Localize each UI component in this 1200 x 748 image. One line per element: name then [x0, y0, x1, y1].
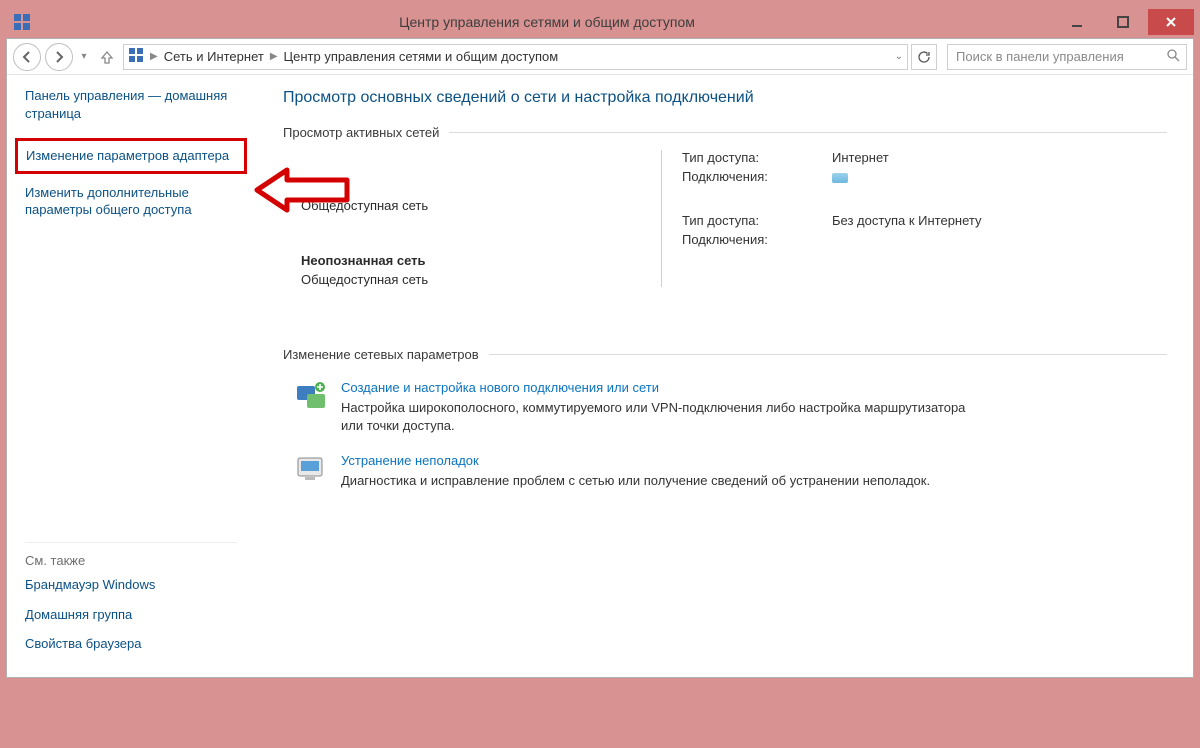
maximize-button[interactable] [1100, 9, 1146, 35]
troubleshoot-icon [295, 453, 327, 485]
up-button[interactable] [95, 45, 119, 69]
connections-label: Подключения: [682, 232, 832, 247]
sidebar-link-adapter-settings[interactable]: Изменение параметров адаптера [26, 147, 236, 165]
window-title: Центр управления сетями и общим доступом [40, 14, 1054, 30]
network-adapter-icon [832, 173, 848, 183]
close-button[interactable] [1148, 9, 1194, 35]
network-row: Общедоступная сеть Тип доступа: Интернет… [301, 150, 1167, 213]
connection-value [832, 232, 982, 247]
action-link-troubleshoot[interactable]: Устранение неполадок [341, 453, 479, 468]
action-desc: Диагностика и исправление проблем с сеть… [341, 472, 930, 490]
sidebar-link-browser-properties[interactable]: Свойства браузера [25, 635, 237, 653]
search-icon [1166, 48, 1180, 65]
annotation-arrow [252, 165, 352, 218]
access-type-value: Без доступа к Интернету [832, 213, 982, 228]
sidebar-link-homegroup[interactable]: Домашняя группа [25, 606, 237, 624]
network-name: Неопознанная сеть [301, 253, 631, 268]
page-heading: Просмотр основных сведений о сети и наст… [283, 89, 1167, 107]
chevron-right-icon: ▶ [150, 51, 158, 62]
breadcrumb-icon [128, 47, 144, 66]
titlebar: Центр управления сетями и общим доступом [6, 6, 1194, 38]
search-box[interactable] [947, 44, 1187, 70]
sidebar-link-firewall[interactable]: Брандмауэр Windows [25, 576, 237, 594]
breadcrumb-dropdown[interactable]: ⌄ [895, 51, 903, 62]
main-content: Просмотр основных сведений о сети и наст… [255, 75, 1193, 677]
chevron-right-icon: ▶ [270, 51, 278, 62]
action-desc: Настройка широкополосного, коммутируемог… [341, 399, 981, 435]
connections-label: Подключения: [682, 169, 832, 184]
access-type-label: Тип доступа: [682, 150, 832, 165]
sidebar-link-home[interactable]: Панель управления — домашняя страница [25, 87, 237, 122]
connection-link[interactable] [832, 169, 889, 184]
back-button[interactable] [13, 43, 41, 71]
action-new-connection: Создание и настройка нового подключения … [283, 372, 1167, 445]
breadcrumb[interactable]: ▶ Сеть и Интернет ▶ Центр управления сет… [123, 44, 908, 70]
network-row: Неопознанная сеть Общедоступная сеть Тип… [301, 253, 1167, 287]
new-connection-icon [295, 380, 327, 412]
network-type: Общедоступная сеть [301, 272, 631, 287]
sidebar-link-sharing-settings[interactable]: Изменить дополнительные параметры общего… [25, 184, 237, 219]
forward-button[interactable] [45, 43, 73, 71]
section-change-settings: Изменение сетевых параметров [283, 347, 1167, 362]
action-link-new-connection[interactable]: Создание и настройка нового подключения … [341, 380, 659, 395]
highlighted-box: Изменение параметров адаптера [15, 138, 247, 174]
see-also-label: См. также [25, 542, 237, 568]
action-troubleshoot: Устранение неполадок Диагностика и испра… [283, 445, 1167, 500]
refresh-button[interactable] [911, 44, 937, 70]
search-input[interactable] [954, 48, 1166, 65]
access-type-value: Интернет [832, 150, 889, 165]
access-type-label: Тип доступа: [682, 213, 832, 228]
minimize-button[interactable] [1054, 9, 1100, 35]
breadcrumb-part[interactable]: Центр управления сетями и общим доступом [284, 49, 559, 64]
app-icon [12, 12, 32, 32]
navbar: ▾ ▶ Сеть и Интернет ▶ Центр управления с… [7, 39, 1193, 75]
section-active-networks: Просмотр активных сетей [283, 125, 1167, 140]
sidebar: Панель управления — домашняя страница Из… [7, 75, 255, 677]
breadcrumb-part[interactable]: Сеть и Интернет [164, 49, 264, 64]
history-dropdown[interactable]: ▾ [77, 51, 91, 62]
